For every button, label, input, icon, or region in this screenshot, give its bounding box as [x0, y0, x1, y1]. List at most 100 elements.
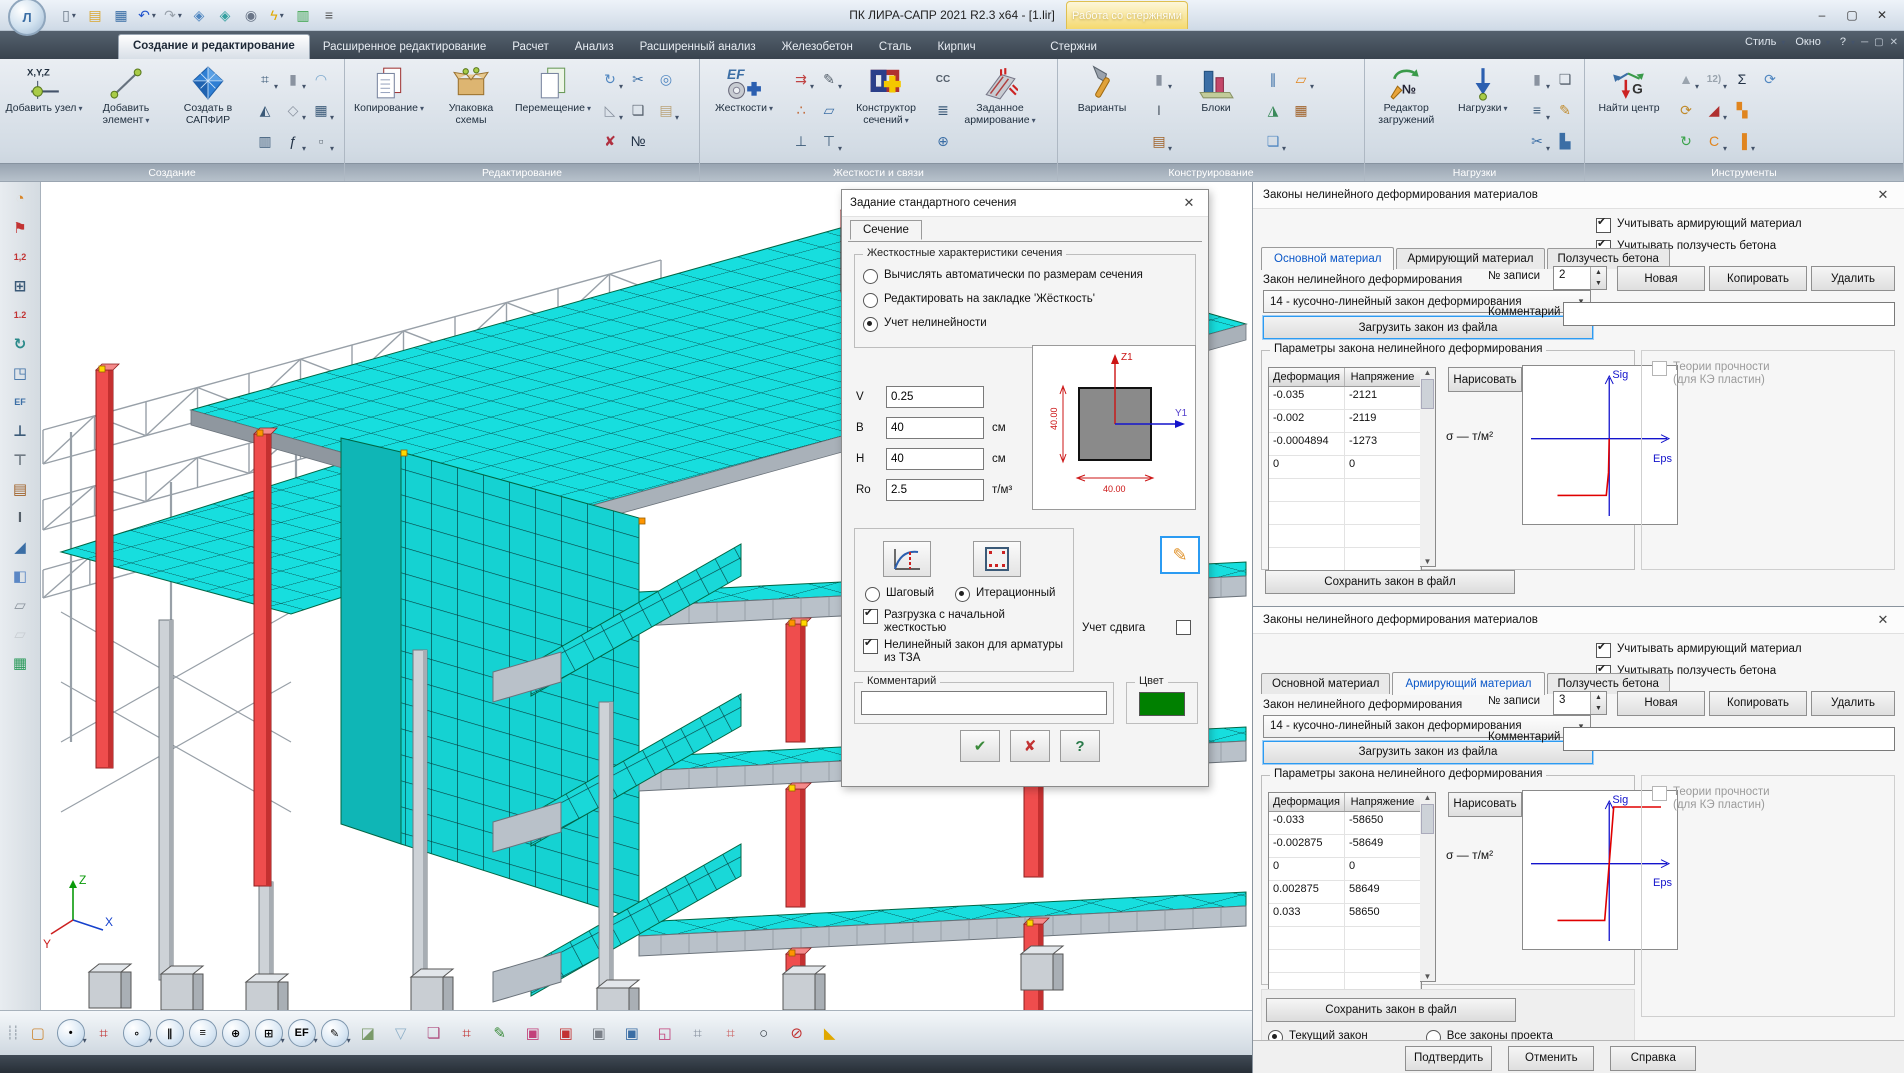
ribbon-tab-создание-и-редактирование[interactable]: Создание и редактирование: [118, 34, 310, 59]
distributed-load-icon[interactable]: ≡ ▾: [1524, 96, 1550, 124]
checkbox-shear[interactable]: [1176, 620, 1191, 635]
joint-dots-icon[interactable]: ∴: [788, 96, 814, 124]
add-element-button[interactable]: Добавить элемент ▾: [86, 63, 166, 129]
filter-icon[interactable]: ▽: [386, 1018, 416, 1048]
cursor-select-icon[interactable]: ▲ ▾: [1673, 65, 1699, 93]
tab-reinforcing-material[interactable]: Армирующий материал: [1396, 248, 1545, 269]
plate-gray-icon[interactable]: ▱: [6, 591, 34, 618]
table-row[interactable]: [1269, 502, 1421, 525]
draw-lens-icon[interactable]: ✎ ▾: [320, 1018, 351, 1048]
load-law-button[interactable]: Загрузить закон из файла: [1262, 739, 1594, 765]
node-tee-icon[interactable]: ⊤ ▾: [816, 127, 842, 155]
add-line-icon[interactable]: ∥: [1260, 65, 1286, 93]
table-row[interactable]: [1269, 548, 1421, 571]
pane-restore-icon[interactable]: ◱: [650, 1018, 680, 1048]
mirror-icon[interactable]: ◺ ▾: [597, 96, 623, 124]
show-model-icon[interactable]: ◈: [214, 4, 236, 26]
ro-input[interactable]: [886, 479, 984, 501]
pane-rotate-icon[interactable]: ▣: [518, 1018, 548, 1048]
snapshot-icon[interactable]: ◉: [240, 4, 262, 26]
orange-split-icon[interactable]: ▚: [1729, 96, 1755, 124]
open-file-icon[interactable]: ▤: [84, 4, 106, 26]
ribbon-tab-кирпич[interactable]: Кирпич: [924, 36, 988, 59]
pack-scheme-button[interactable]: Упаковка схемы: [431, 63, 511, 129]
sections-lens-icon[interactable]: ∥: [155, 1018, 185, 1048]
select-contour-icon[interactable]: ▢: [23, 1018, 53, 1048]
node-frame-icon[interactable]: ⌗: [89, 1018, 119, 1048]
v-input[interactable]: [886, 386, 984, 408]
display-flags-icon[interactable]: ◔: [6, 185, 34, 212]
grid-lens-icon[interactable]: ⊞ ▾: [254, 1018, 285, 1048]
brick-down-icon[interactable]: ▦: [1288, 96, 1314, 124]
pane-divide-icon[interactable]: ▐ ▾: [1729, 127, 1755, 155]
load-law-button[interactable]: Загрузить закон из файла: [1262, 315, 1594, 340]
checkbox-nonlinear-law-tza[interactable]: Нелинейный закон для арматуры из ТЗА: [863, 637, 1068, 665]
masonry-icon[interactable]: ▤: [6, 475, 34, 502]
dashed-grid-icon[interactable]: ▫ ▾: [308, 127, 334, 155]
table-row[interactable]: [1269, 926, 1421, 950]
i-beam-icon[interactable]: I: [6, 504, 34, 531]
layers-lens-icon[interactable]: ≡: [188, 1018, 218, 1048]
h-input[interactable]: [886, 448, 984, 470]
load-cases-editor-button[interactable]: № Редактор загружений: [1369, 63, 1444, 129]
copy-record-button[interactable]: Копировать: [1709, 266, 1807, 291]
scheme-frame-icon[interactable]: ⌗: [452, 1018, 482, 1048]
stiffness-ef-icon[interactable]: EF: [6, 388, 34, 415]
grid-view-icon[interactable]: ⊞: [6, 272, 34, 299]
record-spinner[interactable]: 3 ▲ ▼: [1553, 690, 1607, 715]
help-button[interactable]: Справка: [1610, 1045, 1697, 1071]
ground-anchor-icon[interactable]: ⊕: [930, 127, 956, 155]
column-header[interactable]: Деформация: [1269, 368, 1345, 386]
comment-input[interactable]: [1563, 302, 1895, 326]
ribbon-tab-расширенный-анализ[interactable]: Расширенный анализ: [627, 36, 769, 59]
column-header[interactable]: Напряжение: [1345, 792, 1421, 811]
tab-reinforcing-material[interactable]: Армирующий материал: [1392, 671, 1545, 695]
sync-pages-icon[interactable]: ⟳: [1757, 65, 1783, 93]
undo-icon[interactable]: ↶ ▾: [136, 4, 158, 26]
add-triangle-icon[interactable]: ◮: [1260, 96, 1286, 124]
plate-outline-icon[interactable]: ▱: [6, 620, 34, 647]
c-squares-icon[interactable]: C ▾: [1701, 127, 1727, 155]
variants-button[interactable]: Варианты: [1062, 63, 1142, 117]
group-stack-icon[interactable]: ❏ ▾: [1260, 127, 1286, 155]
truss-generator-icon[interactable]: ◭: [252, 96, 278, 124]
hinges-icon[interactable]: ⊤: [6, 446, 34, 473]
edit-load-icon[interactable]: ✎: [1552, 96, 1578, 124]
refresh-pane-icon[interactable]: ⟳: [1673, 96, 1699, 124]
pane-fragment-icon[interactable]: ▣: [617, 1018, 647, 1048]
close-icon[interactable]: ✕: [1872, 612, 1894, 628]
supports-icon[interactable]: ⊥: [6, 417, 34, 444]
new-document-icon[interactable]: ▯ ▾: [58, 4, 80, 26]
target-lens-icon[interactable]: ⊕: [221, 1018, 251, 1048]
lightning-icon[interactable]: ϟ ▾: [266, 4, 288, 26]
save-icon[interactable]: ▦: [110, 4, 132, 26]
rotate-model-icon[interactable]: ↻: [6, 330, 34, 357]
find-center-button[interactable]: G Найти центр: [1589, 63, 1669, 117]
elements-lens-icon[interactable]: ∘ ▾: [122, 1018, 153, 1048]
new-record-button[interactable]: Новая: [1617, 690, 1705, 716]
surface-generator-icon[interactable]: ▮ ▾: [280, 65, 306, 93]
zoom-cancel-icon[interactable]: ⊘: [782, 1018, 812, 1048]
minimize-button[interactable]: –: [1808, 4, 1836, 26]
save-law-button[interactable]: Сохранить закон в файл: [1266, 997, 1516, 1022]
tower-generator-icon[interactable]: ▥: [252, 127, 278, 155]
mesh-generator-icon[interactable]: ▦ ▾: [308, 96, 334, 124]
help-menu[interactable]: ? ▾: [1840, 36, 1855, 48]
scissors-icon[interactable]: ✂: [625, 65, 651, 93]
blocks-button[interactable]: Блоки: [1176, 63, 1256, 117]
dome-generator-icon[interactable]: ◠: [308, 65, 334, 93]
tab-section[interactable]: Сечение: [850, 220, 922, 240]
copy-button[interactable]: Копирование ▾: [349, 63, 429, 117]
delete-record-button[interactable]: Удалить: [1811, 690, 1895, 716]
radio-edit-stiffness[interactable]: Редактировать на закладке 'Жёсткость': [863, 293, 1195, 308]
table-row[interactable]: 0.002875 58649: [1269, 880, 1421, 904]
ribbon-tab-сталь[interactable]: Сталь: [866, 36, 925, 59]
doc-restore-icon[interactable]: ▢: [1874, 37, 1883, 48]
cube-move-icon[interactable]: ◇ ▾: [280, 96, 306, 124]
ribbon-tab-железобетон[interactable]: Железобетон: [769, 36, 866, 59]
more-commands-icon[interactable]: ≡: [318, 4, 340, 26]
checkbox-strength-theories[interactable]: Теории прочности (для КЭ пластин): [1652, 785, 1894, 812]
zoom-icon[interactable]: ○: [749, 1018, 779, 1048]
ribbon-tab-расчет[interactable]: Расчет: [499, 36, 562, 59]
radio-iteration-method[interactable]: Итерационный: [955, 587, 1055, 602]
